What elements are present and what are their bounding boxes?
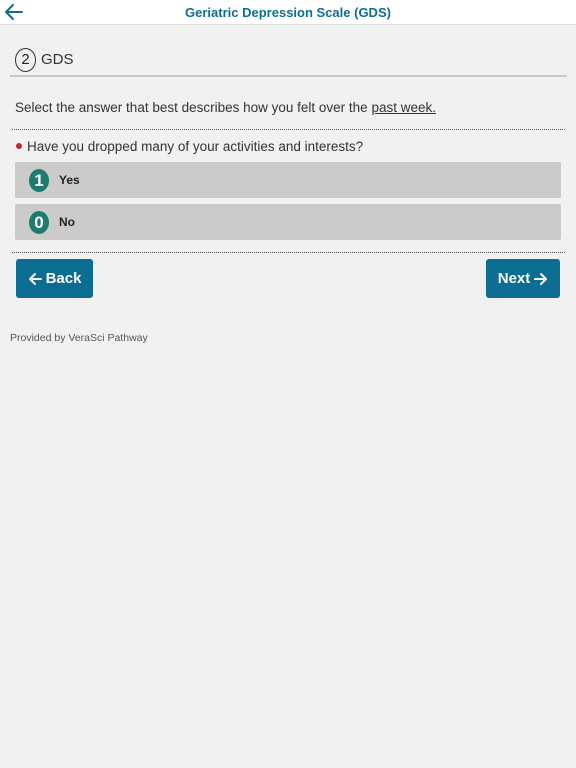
option-yes[interactable]: 1 Yes — [15, 162, 561, 198]
back-button-label: Back — [45, 270, 82, 287]
divider-top — [12, 129, 565, 130]
back-button[interactable]: Back — [16, 259, 93, 298]
divider-bottom — [12, 252, 565, 253]
next-button[interactable]: Next — [486, 259, 560, 298]
option-label: No — [59, 215, 75, 229]
required-dot-icon — [16, 143, 22, 150]
arrow-right-icon — [534, 272, 548, 285]
section-label: GDS — [41, 51, 74, 68]
instructions-main: Select the answer that best describes ho… — [15, 100, 372, 115]
score-badge: 1 — [29, 169, 49, 192]
top-bar: Geriatric Depression Scale (GDS) — [0, 0, 576, 25]
option-no[interactable]: 0 No — [15, 204, 561, 240]
instructions-emphasis: past week. — [371, 100, 436, 115]
page-title: Geriatric Depression Scale (GDS) — [185, 5, 391, 20]
option-label: Yes — [59, 173, 80, 187]
arrow-left-icon — [28, 272, 42, 285]
next-button-label: Next — [497, 270, 531, 287]
score-badge: 0 — [29, 211, 49, 234]
instructions-text: Select the answer that best describes ho… — [15, 100, 436, 115]
question-text: Have you dropped many of your activities… — [27, 139, 364, 154]
step-number-badge: 2 — [15, 48, 36, 72]
footer-provider: Provided by VeraSci Pathway — [10, 332, 148, 344]
question: Have you dropped many of your activities… — [16, 139, 363, 154]
section-header: 2 GDS — [10, 46, 567, 77]
